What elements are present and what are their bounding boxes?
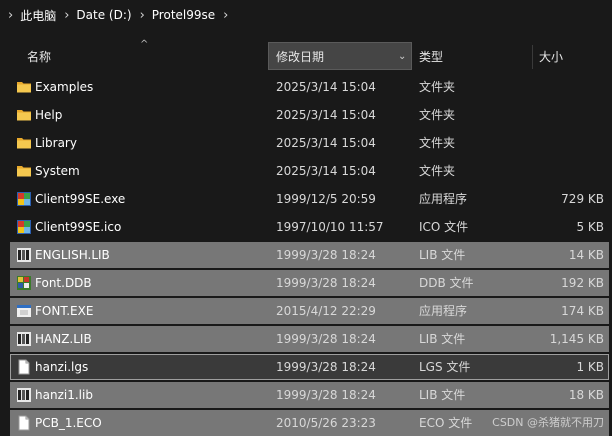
- file-date: 2015/4/12 22:29: [276, 304, 376, 318]
- list-item[interactable]: ENGLISH.LIB 1999/3/28 18:24 LIB 文件 14 KB: [0, 242, 612, 268]
- file-size: 1 KB: [576, 360, 604, 374]
- file-date: 2025/3/14 15:04: [276, 164, 376, 178]
- file-name[interactable]: System: [35, 158, 80, 184]
- column-header-name[interactable]: 名称: [27, 42, 51, 72]
- file-name[interactable]: Library: [35, 130, 77, 156]
- column-header-date[interactable]: 修改日期: [276, 42, 324, 72]
- chevron-right-icon[interactable]: ›: [132, 8, 152, 23]
- file-type: LIB 文件: [419, 332, 466, 346]
- folder-icon: [16, 163, 32, 179]
- column-header-size[interactable]: 大小: [539, 42, 563, 72]
- file-size: 14 KB: [568, 248, 604, 262]
- column-header-bar: 名称 ^ 修改日期 ⌄ 类型 大小: [0, 39, 612, 72]
- lib-file-icon: [16, 387, 32, 403]
- chevron-down-icon[interactable]: ⌄: [398, 42, 406, 72]
- file-name[interactable]: Examples: [35, 74, 93, 100]
- file-type: 应用程序: [419, 192, 468, 206]
- file-size: 192 KB: [561, 276, 604, 290]
- folder-icon: [16, 79, 32, 95]
- file-name[interactable]: PCB_1.ECO: [35, 410, 102, 436]
- list-item[interactable]: hanzi1.lib 1999/3/28 18:24 LIB 文件 18 KB: [0, 382, 612, 408]
- file-date: 1999/3/28 18:24: [276, 276, 376, 290]
- list-item[interactable]: hanzi.lgs 1999/3/28 18:24 LGS 文件 1 KB: [0, 354, 612, 380]
- file-date: 1997/10/10 11:57: [276, 220, 384, 234]
- file-type: LIB 文件: [419, 388, 466, 402]
- file-name[interactable]: Client99SE.ico: [35, 214, 121, 240]
- breadcrumb-item-this-pc[interactable]: 此电脑: [20, 7, 56, 24]
- file-type: DDB 文件: [419, 276, 474, 290]
- file-type: 文件夹: [419, 80, 456, 94]
- app-icon: [16, 191, 32, 207]
- file-name[interactable]: ENGLISH.LIB: [35, 242, 110, 268]
- file-size: 18 KB: [568, 388, 604, 402]
- file-size: 1,145 KB: [549, 332, 604, 346]
- file-type: 文件夹: [419, 164, 456, 178]
- file-name[interactable]: FONT.EXE: [35, 298, 93, 324]
- file-type: LGS 文件: [419, 360, 471, 374]
- file-name[interactable]: hanzi.lgs: [35, 354, 88, 380]
- list-item[interactable]: FONT.EXE 2015/4/12 22:29 应用程序 174 KB: [0, 298, 612, 324]
- file-name[interactable]: hanzi1.lib: [35, 382, 93, 408]
- blank-file-icon: [16, 359, 32, 375]
- chevron-right-icon[interactable]: ›: [56, 8, 76, 23]
- file-type: LIB 文件: [419, 248, 466, 262]
- blank-file-icon: [16, 415, 32, 431]
- file-name[interactable]: Font.DDB: [35, 270, 92, 296]
- file-size: 174 KB: [561, 304, 604, 318]
- file-type: ECO 文件: [419, 416, 473, 430]
- file-date: 1999/3/28 18:24: [276, 360, 376, 374]
- list-item[interactable]: Help 2025/3/14 15:04 文件夹: [0, 102, 612, 128]
- file-name[interactable]: Client99SE.exe: [35, 186, 125, 212]
- folder-icon: [16, 135, 32, 151]
- file-type: 文件夹: [419, 136, 456, 150]
- chevron-right-icon[interactable]: ›: [0, 8, 20, 23]
- app-icon: [16, 219, 32, 235]
- list-item[interactable]: Font.DDB 1999/3/28 18:24 DDB 文件 192 KB: [0, 270, 612, 296]
- list-item[interactable]: Examples 2025/3/14 15:04 文件夹: [0, 74, 612, 100]
- list-item[interactable]: Client99SE.ico 1997/10/10 11:57 ICO 文件 5 KB: [0, 214, 612, 240]
- watermark: CSDN @杀猪就不用刀: [492, 416, 604, 429]
- file-date: 1999/3/28 18:24: [276, 248, 376, 262]
- file-size: 729 KB: [561, 192, 604, 206]
- breadcrumb: › 此电脑 › Date (D:) › Protel99se ›: [0, 0, 612, 30]
- ddb-file-icon: [16, 275, 32, 291]
- file-size: 5 KB: [576, 220, 604, 234]
- breadcrumb-item-protel99se[interactable]: Protel99se: [152, 8, 215, 22]
- file-date: 2025/3/14 15:04: [276, 136, 376, 150]
- chevron-right-icon[interactable]: ›: [215, 8, 235, 23]
- column-divider[interactable]: [532, 45, 533, 69]
- exe-window-icon: [16, 303, 32, 319]
- column-header-type[interactable]: 类型: [419, 42, 443, 72]
- file-date: 2025/3/14 15:04: [276, 80, 376, 94]
- file-date: 1999/3/28 18:24: [276, 388, 376, 402]
- list-item[interactable]: Client99SE.exe 1999/12/5 20:59 应用程序 729 KB: [0, 186, 612, 212]
- file-type: 应用程序: [419, 304, 468, 318]
- file-date: 1999/12/5 20:59: [276, 192, 376, 206]
- file-type: 文件夹: [419, 108, 456, 122]
- folder-icon: [16, 107, 32, 123]
- list-item[interactable]: HANZ.LIB 1999/3/28 18:24 LIB 文件 1,145 KB: [0, 326, 612, 352]
- file-date: 2010/5/26 23:23: [276, 416, 376, 430]
- file-name[interactable]: Help: [35, 102, 62, 128]
- breadcrumb-item-drive-d[interactable]: Date (D:): [76, 8, 131, 22]
- file-name[interactable]: HANZ.LIB: [35, 326, 92, 352]
- file-date: 2025/3/14 15:04: [276, 108, 376, 122]
- lib-file-icon: [16, 331, 32, 347]
- file-type: ICO 文件: [419, 220, 469, 234]
- lib-file-icon: [16, 247, 32, 263]
- list-item[interactable]: System 2025/3/14 15:04 文件夹: [0, 158, 612, 184]
- file-date: 1999/3/28 18:24: [276, 332, 376, 346]
- list-item[interactable]: Library 2025/3/14 15:04 文件夹: [0, 130, 612, 156]
- sort-ascending-icon: ^: [140, 39, 149, 50]
